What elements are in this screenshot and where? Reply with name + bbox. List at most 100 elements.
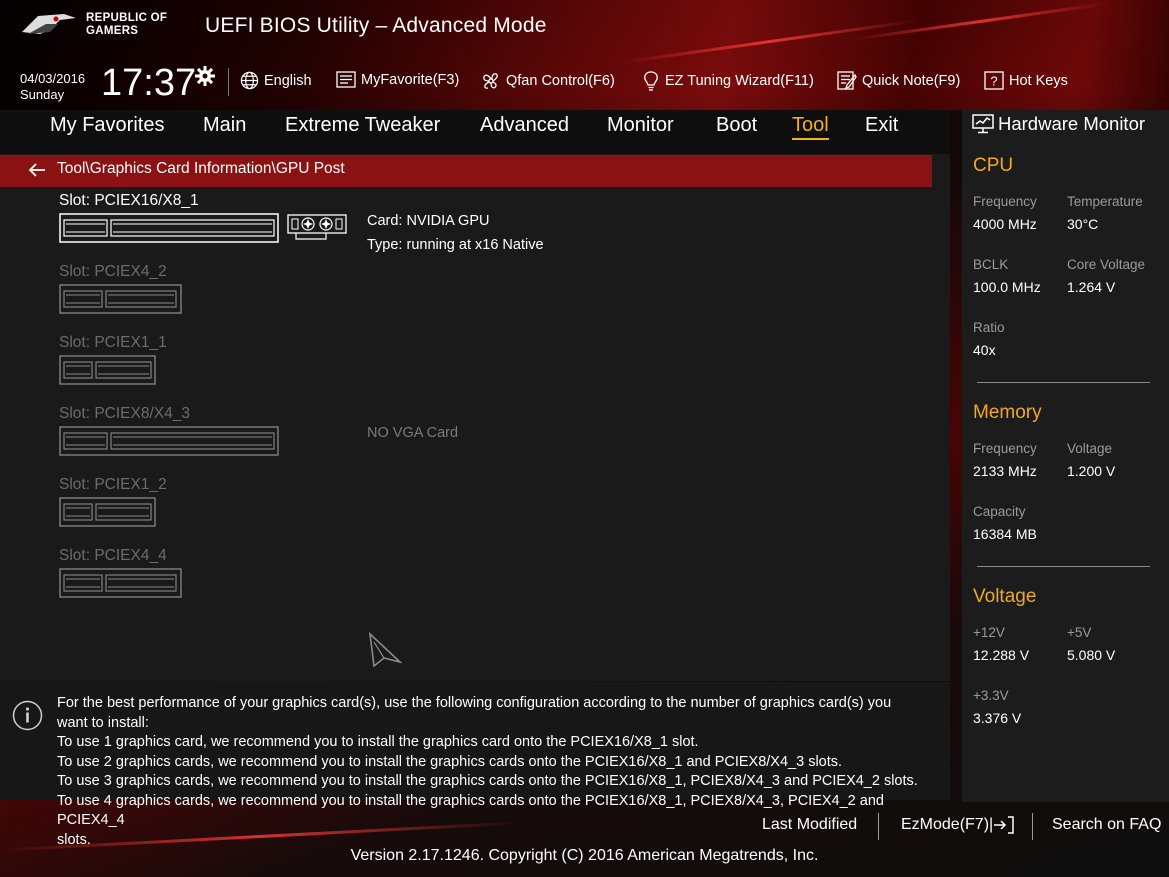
- no-vga-card-text: NO VGA Card: [367, 425, 459, 441]
- tab-main[interactable]: Main: [203, 114, 246, 137]
- v5-value: 5.080 V: [1067, 647, 1116, 663]
- gpu-card-icon: [287, 214, 347, 240]
- bclk-value: 100.0 MHz: [973, 279, 1041, 295]
- footer-divider: [878, 813, 879, 840]
- core-voltage-value: 1.264 V: [1067, 279, 1116, 295]
- cpu-temperature-label: Temperature: [1067, 194, 1143, 209]
- hot-keys-button[interactable]: ? Hot Keys: [984, 71, 1068, 90]
- v33-value: 3.376 V: [973, 710, 1022, 726]
- note-icon: [837, 71, 857, 90]
- hint-line: want to install:: [57, 714, 149, 731]
- ratio-label: Ratio: [973, 320, 1005, 335]
- cursor-icon: [368, 632, 402, 668]
- memory-heading: Memory: [973, 402, 1042, 423]
- hint-line: For the best performance of your graphic…: [57, 695, 892, 711]
- date-display: 04/03/2016 Sunday: [20, 71, 85, 103]
- v12-label: +12V: [973, 625, 1005, 640]
- search-faq-button[interactable]: Search on FAQ: [1052, 816, 1161, 834]
- bios-screen: { "brand": {"line1": "REPUBLIC OF", "lin…: [0, 0, 1169, 877]
- breadcrumb: Tool\Graphics Card Information\GPU Post: [57, 160, 345, 177]
- footer-divider: [1032, 813, 1033, 840]
- quick-note-button[interactable]: Quick Note(F9): [837, 71, 960, 90]
- qfan-button[interactable]: Qfan Control(F6): [481, 71, 615, 91]
- slot-pciex1-1[interactable]: [59, 355, 156, 385]
- toolbar-divider: [228, 68, 229, 96]
- day-text: Sunday: [20, 87, 65, 102]
- core-voltage-label: Core Voltage: [1067, 257, 1146, 272]
- svg-text:?: ?: [990, 74, 997, 89]
- brand-line-1: REPUBLIC OF: [86, 12, 168, 24]
- capacity-label: Capacity: [973, 504, 1026, 519]
- brand-line-2: GAMERS: [86, 25, 139, 37]
- help-icon: ?: [984, 71, 1004, 90]
- qfan-label: Qfan Control(F6): [506, 73, 615, 89]
- card-type: Type: running at x16 Native: [367, 237, 544, 253]
- myfavorite-icon: [336, 71, 356, 88]
- myfavorite-label: MyFavorite(F3): [361, 71, 460, 88]
- hardware-monitor-label: Hardware Monitor: [998, 113, 1146, 134]
- tab-my-favorites[interactable]: My Favorites: [50, 114, 164, 137]
- slot-pciex8-x4-3[interactable]: [59, 426, 279, 456]
- tab-exit[interactable]: Exit: [865, 114, 898, 137]
- slot-pciex4-4[interactable]: [59, 568, 182, 598]
- tab-boot[interactable]: Boot: [716, 114, 757, 137]
- version-text: Version 2.17.1246. Copyright (C) 2016 Am…: [350, 847, 819, 864]
- cpu-frequency-value: 4000 MHz: [973, 216, 1037, 232]
- slot-label-pciex1-1: Slot: PCIEX1_1: [59, 334, 167, 351]
- info-icon: [12, 700, 43, 731]
- date-text: 04/03/2016: [20, 71, 86, 86]
- section-divider: [977, 566, 1150, 567]
- tab-monitor[interactable]: Monitor: [607, 114, 674, 137]
- memory-voltage-value: 1.200 V: [1067, 463, 1116, 479]
- exit-icon: [994, 816, 1014, 834]
- slot-label-pciex16-x8-1: Slot: PCIEX16/X8_1: [59, 192, 199, 209]
- language-button[interactable]: English: [240, 71, 312, 90]
- cpu-temperature-value: 30°C: [1067, 216, 1099, 232]
- hardware-monitor-title: Hardware Monitor: [972, 113, 1145, 135]
- tab-tool[interactable]: Tool: [792, 114, 829, 140]
- myfavorite-button[interactable]: MyFavorite(F3): [336, 71, 459, 88]
- last-modified-button[interactable]: Last Modified: [762, 816, 857, 834]
- hint-line: To use 1 graphics card, we recommend you…: [57, 734, 699, 750]
- slot-label-pciex1-2: Slot: PCIEX1_2: [59, 476, 167, 493]
- ezmode-label: EzMode(F7)|: [901, 816, 994, 833]
- hot-keys-label: Hot Keys: [1009, 72, 1068, 89]
- language-label: English: [264, 72, 312, 89]
- cpu-heading: CPU: [973, 155, 1014, 176]
- slot-label-pciex8-x4-3: Slot: PCIEX8/X4_3: [59, 405, 190, 422]
- clock[interactable]: 17:37: [101, 63, 196, 103]
- section-divider: [977, 382, 1150, 383]
- bclk-label: BCLK: [973, 257, 1009, 272]
- memory-frequency-label: Frequency: [973, 441, 1037, 456]
- ratio-value: 40x: [973, 342, 996, 358]
- quick-note-label: Quick Note(F9): [862, 72, 961, 89]
- voltage-heading: Voltage: [973, 586, 1037, 607]
- gear-icon[interactable]: [195, 66, 215, 86]
- ez-tuning-button[interactable]: EZ Tuning Wizard(F11): [642, 71, 814, 91]
- ez-tuning-label: EZ Tuning Wizard(F11): [665, 73, 814, 89]
- hint-line: To use 2 graphics cards, we recommend yo…: [57, 753, 843, 770]
- tab-advanced[interactable]: Advanced: [480, 114, 569, 137]
- fan-icon: [483, 73, 498, 89]
- back-arrow-icon[interactable]: [28, 163, 46, 177]
- globe-icon: [240, 71, 259, 90]
- slot-pciex4-2[interactable]: [59, 284, 182, 314]
- memory-voltage-label: Voltage: [1067, 441, 1113, 456]
- slot-label-pciex4-2: Slot: PCIEX4_2: [59, 263, 167, 280]
- lightbulb-icon: [644, 71, 658, 91]
- card-info: Card: NVIDIA GPU: [367, 213, 490, 229]
- slot-pciex1-2[interactable]: [59, 497, 156, 527]
- slot-pciex16-x8-1[interactable]: [59, 213, 279, 243]
- capacity-value: 16384 MB: [973, 526, 1037, 542]
- rog-logo-icon: [22, 14, 76, 34]
- cpu-frequency-label: Frequency: [973, 194, 1037, 209]
- app-title: UEFI BIOS Utility – Advanced Mode: [205, 14, 547, 37]
- hint-line: To use 3 graphics cards, we recommend yo…: [57, 773, 918, 789]
- tab-extreme-tweaker[interactable]: Extreme Tweaker: [285, 114, 440, 137]
- v33-label: +3.3V: [973, 688, 1009, 703]
- monitor-icon: [972, 114, 994, 134]
- memory-frequency-value: 2133 MHz: [973, 463, 1037, 479]
- v5-label: +5V: [1067, 625, 1092, 640]
- slot-label-pciex4-4: Slot: PCIEX4_4: [59, 547, 167, 564]
- ezmode-button[interactable]: EzMode(F7)|: [901, 816, 1015, 834]
